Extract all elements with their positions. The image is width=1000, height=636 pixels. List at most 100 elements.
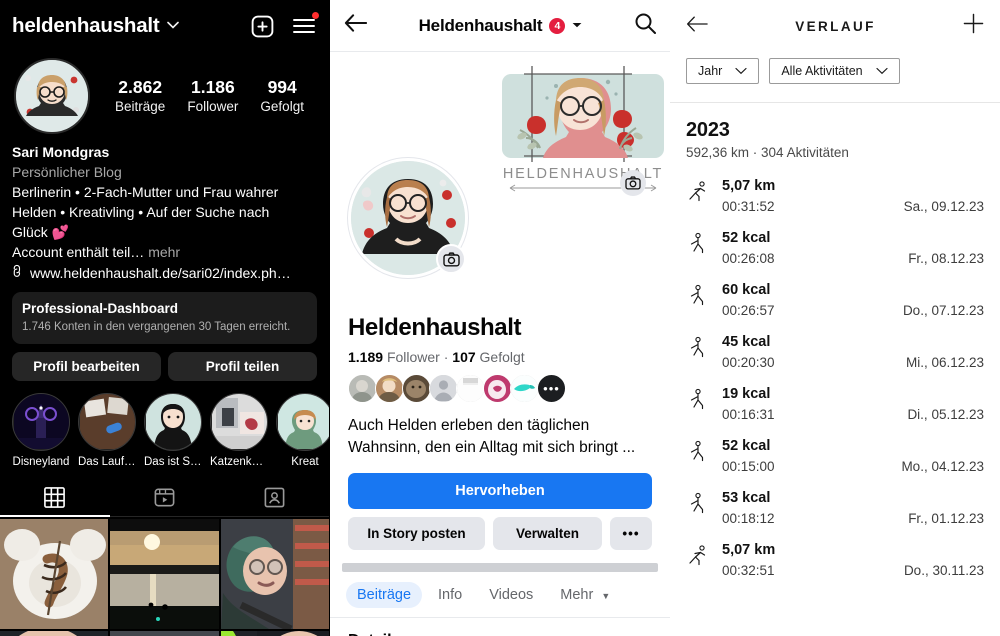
post-thumbnail[interactable] bbox=[0, 631, 109, 636]
activity-row-meta: 00:15:00 Mo., 04.12.23 bbox=[722, 456, 984, 477]
post-thumbnail[interactable] bbox=[110, 519, 219, 629]
highlight-label: Das ist Sari bbox=[144, 456, 202, 468]
stat-following[interactable]: 994 Gefolgt bbox=[260, 76, 304, 116]
share-profile-button[interactable]: Profil teilen bbox=[168, 352, 317, 381]
activity-year-summary: 2023 592,36 km · 304 Aktivitäten bbox=[670, 103, 1000, 160]
highlight-katzenkontor-thumb bbox=[210, 393, 268, 451]
tab-info[interactable]: Info bbox=[427, 582, 473, 608]
post-to-story-button[interactable]: In Story posten bbox=[348, 517, 486, 550]
avatar bbox=[348, 374, 377, 403]
facebook-page-name: Heldenhaushalt bbox=[348, 314, 522, 341]
activity-row[interactable]: 45 kcal 00:20:30 Mi., 06.12.23 bbox=[686, 326, 984, 378]
filter-period[interactable]: Jahr bbox=[686, 58, 760, 84]
tab-beitraege[interactable]: Beiträge bbox=[346, 582, 423, 608]
chevron-down-icon[interactable] bbox=[166, 20, 179, 32]
activity-value: 5,07 km bbox=[722, 178, 776, 194]
filter-activity-type[interactable]: Alle Aktivitäten bbox=[769, 58, 900, 84]
tab-videos[interactable]: Videos bbox=[478, 582, 544, 608]
instagram-username[interactable]: heldenhaushalt bbox=[12, 14, 160, 38]
activity-row-content: 60 kcal 00:26:57 Do., 07.12.23 bbox=[722, 280, 984, 321]
post-thumbnail[interactable] bbox=[220, 631, 329, 636]
professional-dashboard-title: Professional-Dashboard bbox=[22, 301, 179, 316]
hamburger-menu-icon[interactable] bbox=[291, 12, 319, 39]
back-arrow-icon[interactable] bbox=[686, 15, 708, 38]
highlight-das-laufen-thumb bbox=[78, 393, 136, 451]
activity-date: Fr., 01.12.23 bbox=[908, 511, 984, 526]
story-highlight-das-ist-sari[interactable]: Das ist Sari bbox=[144, 393, 202, 468]
details-heading: Details bbox=[330, 618, 670, 636]
activity-row[interactable]: 60 kcal 00:26:57 Do., 07.12.23 bbox=[686, 274, 984, 326]
tab-mehr[interactable]: Mehr ▼ bbox=[549, 582, 621, 608]
back-arrow-icon[interactable] bbox=[344, 13, 368, 38]
story-highlights-row: Disneyland Das Laufen Das ist Sari Katze… bbox=[0, 381, 329, 468]
workout-icon bbox=[686, 488, 722, 521]
plus-box-icon[interactable] bbox=[249, 13, 275, 39]
filter-period-label: Jahr bbox=[698, 64, 723, 78]
stat-followers[interactable]: 1.186 Follower bbox=[187, 76, 238, 116]
activity-row[interactable]: 5,07 km 00:31:52 Sa., 09.12.23 bbox=[686, 170, 984, 222]
activity-value: 45 kcal bbox=[722, 334, 771, 350]
activity-row[interactable]: 52 kcal 00:15:00 Mo., 04.12.23 bbox=[686, 430, 984, 482]
stat-followers-count: 1.186 bbox=[190, 77, 235, 97]
story-highlight-disneyland[interactable]: Disneyland bbox=[12, 393, 70, 468]
facebook-page-title-group[interactable]: Heldenhaushalt 4 bbox=[367, 16, 634, 36]
more-friends-button[interactable]: ••• bbox=[537, 374, 566, 403]
highlight-das-ist-sari-thumb bbox=[144, 393, 202, 451]
activity-date: Di., 05.12.23 bbox=[907, 407, 984, 422]
more-options-button[interactable]: ••• bbox=[610, 517, 652, 550]
avatar bbox=[456, 374, 485, 403]
facebook-action-buttons: In Story posten Verwalten ••• bbox=[348, 517, 652, 550]
tab-reels[interactable] bbox=[110, 478, 220, 516]
activity-duration: 00:31:52 bbox=[722, 199, 775, 214]
activity-row[interactable]: 52 kcal 00:26:08 Fr., 08.12.23 bbox=[686, 222, 984, 274]
tab-grid[interactable] bbox=[0, 478, 110, 516]
following-label: Gefolgt bbox=[479, 349, 525, 365]
manage-button[interactable]: Verwalten bbox=[493, 517, 602, 550]
facebook-page-panel: Heldenhaushalt 4 HELDENHAUSHALT Heldenha… bbox=[330, 0, 670, 636]
stat-posts[interactable]: 2.862 Beiträge bbox=[115, 76, 165, 116]
post-thumbnail[interactable] bbox=[220, 519, 329, 629]
chevron-down-icon[interactable] bbox=[572, 21, 582, 31]
activity-filters: Jahr Alle Aktivitäten bbox=[670, 52, 1000, 84]
story-highlight-katzenkontor[interactable]: Katzenkon… bbox=[210, 393, 268, 468]
boost-button[interactable]: Hervorheben bbox=[348, 473, 652, 509]
avatar bbox=[483, 374, 512, 403]
instagram-avatar[interactable] bbox=[14, 58, 90, 134]
activity-page-title: VERLAUF bbox=[795, 18, 876, 34]
edit-profile-button[interactable]: Profil bearbeiten bbox=[12, 352, 161, 381]
story-highlight-das-laufen[interactable]: Das Laufen bbox=[78, 393, 136, 468]
activity-list: 5,07 km 00:31:52 Sa., 09.12.23 52 kcal 0… bbox=[670, 160, 1000, 586]
highlight-label: Katzenkon… bbox=[210, 456, 268, 468]
notification-badge: 4 bbox=[549, 17, 566, 34]
camera-icon[interactable] bbox=[620, 170, 646, 196]
search-icon[interactable] bbox=[634, 12, 656, 39]
activity-row[interactable]: 19 kcal 00:16:31 Di., 05.12.23 bbox=[686, 378, 984, 430]
instagram-website-url: www.heldenhaushalt.de/sari02/index.ph… bbox=[30, 265, 291, 281]
stat-posts-count: 2.862 bbox=[118, 77, 163, 97]
activity-row[interactable]: 53 kcal 00:18:12 Fr., 01.12.23 bbox=[686, 482, 984, 534]
plus-icon[interactable] bbox=[963, 13, 984, 39]
post-thumbnail[interactable] bbox=[110, 631, 219, 636]
instagram-website-link[interactable]: www.heldenhaushalt.de/sari02/index.ph… bbox=[12, 262, 317, 284]
notification-dot bbox=[312, 12, 319, 19]
workout-icon bbox=[686, 332, 722, 365]
camera-icon[interactable] bbox=[436, 244, 466, 274]
instagram-full-name: Sari Mondgras bbox=[12, 144, 110, 160]
facebook-profile-picture[interactable] bbox=[348, 158, 468, 278]
tab-mehr-label: Mehr bbox=[560, 587, 594, 603]
tab-tagged[interactable] bbox=[219, 478, 329, 516]
story-highlight-kreativ[interactable]: Kreat bbox=[276, 393, 329, 468]
instagram-more-link[interactable]: mehr bbox=[148, 244, 180, 260]
activity-row-content: 53 kcal 00:18:12 Fr., 01.12.23 bbox=[722, 488, 984, 529]
activity-row-content: 45 kcal 00:20:30 Mi., 06.12.23 bbox=[722, 332, 984, 373]
avatar bbox=[375, 374, 404, 403]
highlight-label: Das Laufen bbox=[78, 456, 136, 468]
following-count: 107 bbox=[452, 349, 476, 365]
facebook-friend-avatars[interactable]: ••• bbox=[348, 374, 652, 403]
highlight-label: Disneyland bbox=[12, 456, 70, 468]
post-thumbnail[interactable] bbox=[0, 519, 109, 629]
professional-dashboard-card[interactable]: Professional-Dashboard 1.746 Konten in d… bbox=[12, 292, 317, 344]
activity-date: Do., 07.12.23 bbox=[902, 303, 984, 318]
facebook-top-bar: Heldenhaushalt 4 bbox=[330, 0, 670, 52]
activity-row[interactable]: 5,07 km 00:32:51 Do., 30.11.23 bbox=[686, 534, 984, 586]
